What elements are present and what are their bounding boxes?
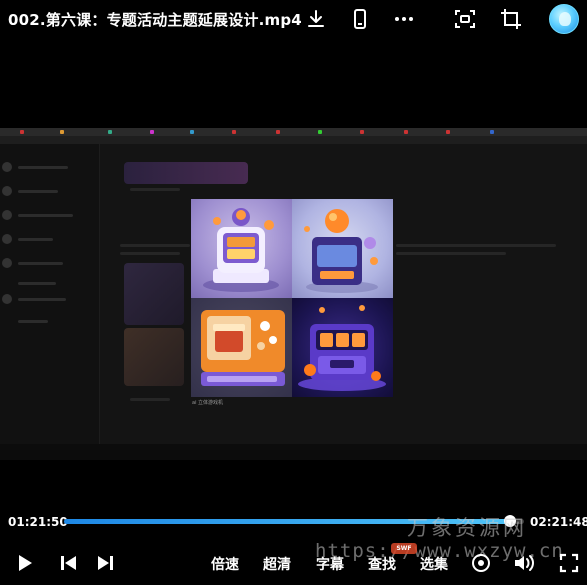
image-tile-1[interactable] xyxy=(191,199,292,298)
browser-address-bar xyxy=(0,136,587,144)
play-icon xyxy=(19,555,32,571)
danmaku-button[interactable] xyxy=(469,551,493,575)
image-tile-2[interactable] xyxy=(292,199,393,298)
previous-button[interactable] xyxy=(56,551,80,575)
volume-icon xyxy=(515,555,534,571)
fullscreen-button[interactable] xyxy=(557,551,581,575)
ai-image-grid[interactable] xyxy=(191,199,393,397)
current-time: 01:21:50 xyxy=(8,515,68,529)
fullscreen-icon xyxy=(559,553,579,573)
episodes-button[interactable]: 选集 xyxy=(420,554,448,574)
image-grid-caption: ai 立体游戏机 xyxy=(192,400,224,406)
sidebar-panel xyxy=(0,144,100,444)
download-icon[interactable] xyxy=(303,6,329,32)
top-bar: 002.第六课：专题活动主题延展设计.mp4 xyxy=(0,0,587,42)
skip-forward-icon xyxy=(98,556,113,570)
image-tile-3[interactable] xyxy=(191,298,292,397)
crop-icon[interactable] xyxy=(498,6,524,32)
search-button[interactable]: 查找 xyxy=(368,554,396,574)
speed-button[interactable]: 倍速 xyxy=(211,554,239,574)
progress-bar[interactable] xyxy=(64,515,524,527)
total-time: 02:21:48 xyxy=(530,515,587,529)
progress-fill xyxy=(64,519,511,524)
background-thumbnail xyxy=(124,162,248,184)
background-thumbnail xyxy=(124,263,184,325)
watermark-badge: SWF xyxy=(391,543,417,554)
taskbar xyxy=(0,444,587,460)
next-button[interactable] xyxy=(94,551,118,575)
skip-back-icon xyxy=(61,556,76,570)
phone-icon[interactable] xyxy=(347,6,373,32)
screenshot-icon[interactable] xyxy=(452,6,478,32)
progress-handle[interactable] xyxy=(504,515,517,527)
avatar[interactable] xyxy=(549,4,579,34)
subtitle-button[interactable]: 字幕 xyxy=(316,554,344,574)
more-icon[interactable] xyxy=(391,6,417,32)
video-frame[interactable]: ai 立体游戏机 xyxy=(0,128,587,460)
browser-tab-strip xyxy=(0,128,587,136)
video-title: 002.第六课：专题活动主题延展设计.mp4 xyxy=(8,11,302,29)
play-button[interactable] xyxy=(12,551,36,575)
eye-icon xyxy=(472,554,490,572)
image-tile-4[interactable] xyxy=(292,298,393,397)
volume-button[interactable] xyxy=(512,551,536,575)
quality-button[interactable]: 超清 xyxy=(263,554,291,574)
background-thumbnail xyxy=(124,328,184,386)
